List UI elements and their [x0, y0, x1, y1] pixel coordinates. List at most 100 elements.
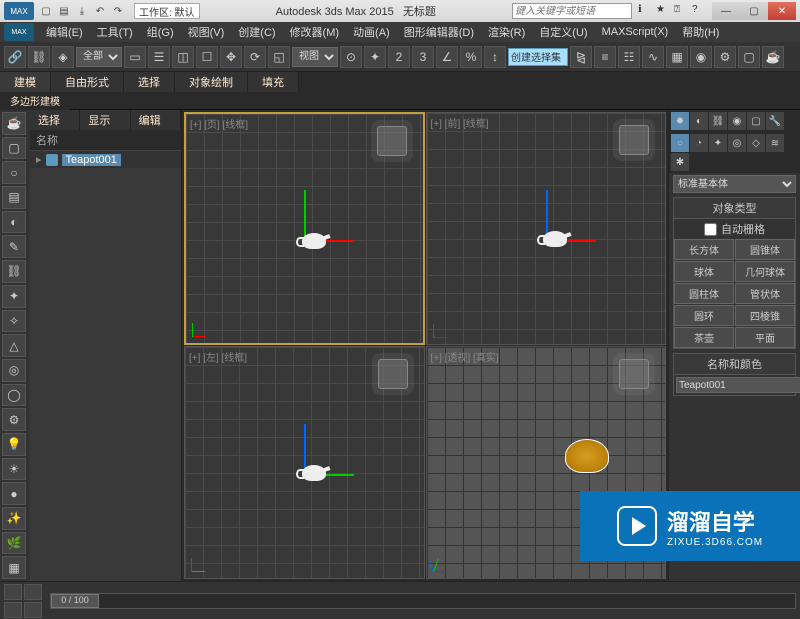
qat-save-icon[interactable]: ⤓ — [74, 3, 90, 19]
layers-tool-icon[interactable]: ▤ — [2, 186, 26, 209]
motion-tab-icon[interactable]: ◉ — [728, 112, 746, 130]
menu-maxscript[interactable]: MAXScript(X) — [596, 24, 675, 40]
maximize-button[interactable]: ▢ — [740, 2, 768, 20]
angle-snap-icon[interactable]: ∠ — [436, 46, 458, 68]
modify-tab-icon[interactable]: ◐ — [690, 112, 708, 130]
snap3-icon[interactable]: 3 — [412, 46, 434, 68]
scene-tab-display[interactable]: 显示 — [80, 110, 130, 130]
viewcube-icon[interactable] — [377, 126, 407, 156]
sun-tool-icon[interactable]: ☀ — [2, 458, 26, 481]
object-type-header[interactable]: 对象类型 — [674, 198, 795, 219]
status-grid-icon[interactable] — [4, 584, 22, 600]
bind-icon[interactable]: ◈ — [52, 46, 74, 68]
viewcube-icon[interactable] — [619, 359, 649, 389]
viewport-left[interactable]: [+] [左] [线框] — [184, 346, 425, 579]
menu-grapheditors[interactable]: 图形编辑器(D) — [398, 22, 480, 42]
menu-help[interactable]: 帮助(H) — [676, 22, 725, 42]
create-tab-icon[interactable]: ✹ — [671, 112, 689, 130]
primitive-cone-button[interactable]: 圆锥体 — [735, 239, 795, 260]
tab-objectpaint[interactable]: 对象绘制 — [175, 72, 248, 92]
spinner-snap-icon[interactable]: ↕ — [484, 46, 506, 68]
name-color-header[interactable]: 名称和颜色 — [674, 354, 795, 375]
sparkle-tool-icon[interactable]: ✨ — [2, 507, 26, 530]
lights-icon[interactable]: ✦ — [709, 134, 727, 152]
layers-icon[interactable]: ☷ — [618, 46, 640, 68]
primitive-sphere-button[interactable]: 球体 — [674, 261, 734, 282]
window-crossing-icon[interactable]: ☐ — [196, 46, 218, 68]
menu-tools[interactable]: 工具(T) — [91, 22, 139, 42]
unlink-icon[interactable]: ⛓ — [28, 46, 50, 68]
render-frame-icon[interactable]: ▢ — [738, 46, 760, 68]
scale-icon[interactable]: ◱ — [268, 46, 290, 68]
geometry-icon[interactable]: ○ — [671, 134, 689, 152]
close-button[interactable]: ✕ — [768, 2, 796, 20]
primitive-torus-button[interactable]: 圆环 — [674, 305, 734, 326]
help-icon[interactable]: ? — [692, 4, 706, 18]
select-name-icon[interactable]: ☰ — [148, 46, 170, 68]
bulb-tool-icon[interactable]: 💡 — [2, 433, 26, 456]
qat-redo-icon[interactable]: ↷ — [110, 3, 126, 19]
help-search-input[interactable] — [512, 3, 632, 19]
cameras-icon[interactable]: ◎ — [728, 134, 746, 152]
minimize-button[interactable]: — — [712, 2, 740, 20]
infocenter-icon[interactable]: ℹ — [638, 4, 652, 18]
align-icon[interactable]: ≡ — [594, 46, 616, 68]
viewport-left-label[interactable]: [+] [左] [线框] — [189, 349, 247, 364]
menu-edit[interactable]: 编辑(E) — [40, 22, 89, 42]
render-setup-icon[interactable]: ⚙ — [714, 46, 736, 68]
viewport-top-label[interactable]: [+] [页] [线框] — [190, 116, 248, 131]
hierarchy-tab-icon[interactable]: ⛓ — [709, 112, 727, 130]
render-icon[interactable]: ☕ — [762, 46, 784, 68]
autogrid-checkbox[interactable] — [704, 223, 717, 236]
qat-undo-icon[interactable]: ↶ — [92, 3, 108, 19]
lasso-tool-icon[interactable]: ✎ — [2, 235, 26, 258]
primitive-geosphere-button[interactable]: 几何球体 — [735, 261, 795, 282]
helpers-icon[interactable]: ◇ — [747, 134, 765, 152]
status-snap-icon[interactable] — [24, 584, 42, 600]
primitive-teapot-button[interactable]: 茶壶 — [674, 327, 734, 348]
material-icon[interactable]: ◉ — [690, 46, 712, 68]
mirror-icon[interactable]: ⧎ — [570, 46, 592, 68]
primitive-box-button[interactable]: 长方体 — [674, 239, 734, 260]
menu-group[interactable]: 组(G) — [141, 22, 180, 42]
timeline-frame-indicator[interactable]: 0 / 100 — [51, 594, 99, 608]
viewport-persp-label[interactable]: [+] [透视] [真实] — [431, 349, 499, 364]
category-dropdown[interactable]: 标准基本体 — [673, 175, 796, 193]
named-selection-dropdown[interactable]: 创建选择集 — [508, 48, 568, 66]
percent-snap-icon[interactable]: % — [460, 46, 482, 68]
shapes-icon[interactable]: ◔ — [690, 134, 708, 152]
tab-selection[interactable]: 选择 — [124, 72, 175, 92]
pivot-icon[interactable]: ⊙ — [340, 46, 362, 68]
menu-create[interactable]: 创建(C) — [232, 22, 281, 42]
viewport-top[interactable]: [+] [页] [线框] — [184, 112, 425, 345]
select-region-icon[interactable]: ◫ — [172, 46, 194, 68]
status-lock-icon[interactable] — [24, 602, 42, 618]
link-tool-icon[interactable]: ⛓ — [2, 260, 26, 283]
menu-customize[interactable]: 自定义(U) — [533, 22, 593, 42]
plant-tool-icon[interactable]: 🌿 — [2, 532, 26, 555]
star-icon[interactable]: ★ — [656, 4, 670, 18]
snap2-icon[interactable]: 2 — [388, 46, 410, 68]
link-icon[interactable]: 🔗 — [4, 46, 26, 68]
paint-tool-icon[interactable]: ◐ — [2, 211, 26, 234]
qat-open-icon[interactable]: ▤ — [56, 3, 72, 19]
spacewarps-icon[interactable]: ≋ — [766, 134, 784, 152]
menu-modifiers[interactable]: 修改器(M) — [284, 22, 346, 42]
camera-tool-icon[interactable]: ✧ — [2, 310, 26, 333]
grid-tool-icon[interactable]: ▦ — [2, 556, 26, 579]
tab-modeling[interactable]: 建模 — [0, 72, 51, 92]
select-icon[interactable]: ▭ — [124, 46, 146, 68]
curve-editor-icon[interactable]: ∿ — [642, 46, 664, 68]
torus-tool-icon[interactable]: ◎ — [2, 359, 26, 382]
cone-tool-icon[interactable]: △ — [2, 334, 26, 357]
box-tool-icon[interactable]: ▢ — [2, 137, 26, 160]
gear-tool-icon[interactable]: ⚙ — [2, 408, 26, 431]
primitive-tube-button[interactable]: 管状体 — [735, 283, 795, 304]
viewcube-icon[interactable] — [378, 359, 408, 389]
tab-populate[interactable]: 填充 — [248, 72, 299, 92]
viewport-front[interactable]: [+] [前] [线框] — [426, 112, 667, 345]
viewcube-icon[interactable] — [619, 125, 649, 155]
sphere-tool-icon[interactable]: ○ — [2, 161, 26, 184]
menu-animation[interactable]: 动画(A) — [347, 22, 396, 42]
max-logo-icon[interactable]: MAX — [4, 23, 34, 41]
